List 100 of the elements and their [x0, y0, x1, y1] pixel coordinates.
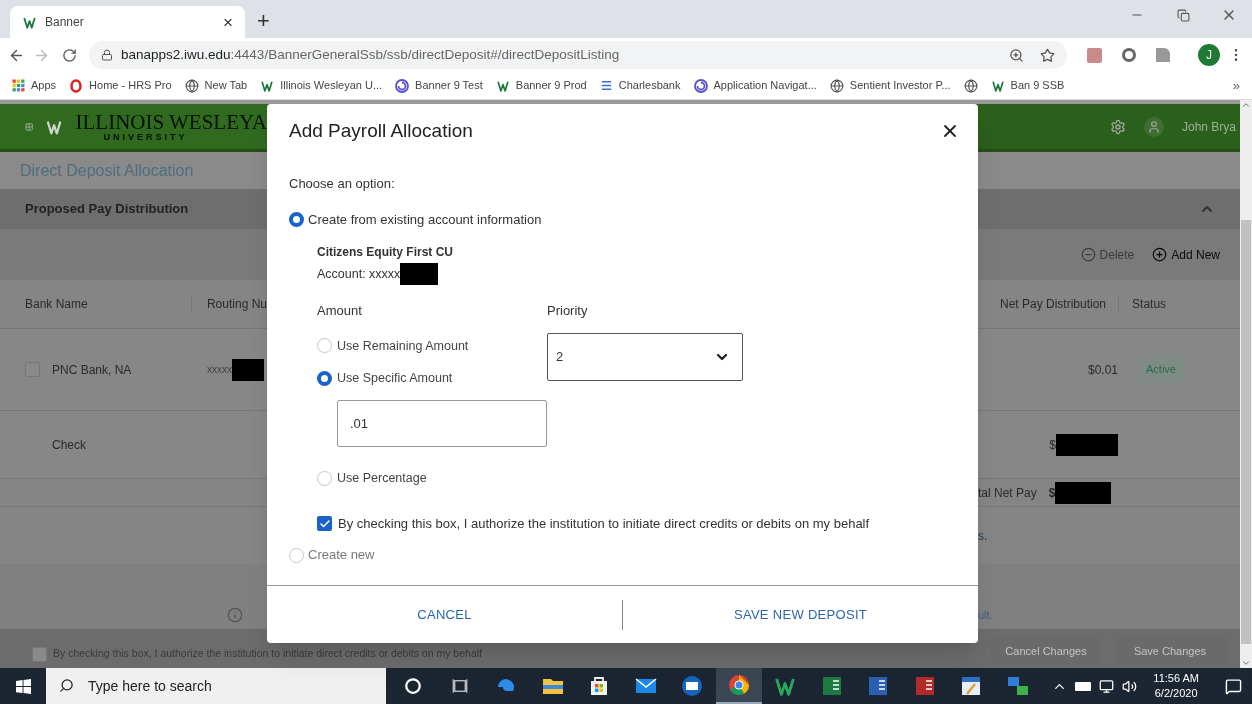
option-label: Use Specific Amount: [337, 370, 453, 388]
total-amount: $: [1048, 484, 1056, 502]
circle-icon: [404, 677, 423, 695]
pdf-extension-icon[interactable]: [1087, 47, 1102, 63]
redaction-bar: [400, 263, 439, 285]
apps-grid-icon: [12, 79, 25, 92]
redaction-bar: [1056, 433, 1118, 456]
taskbar-search-field[interactable]: Type here to search: [46, 668, 386, 704]
clock[interactable]: 11:56 AM 6/2/2020: [1145, 671, 1207, 701]
table-cell-text: PNC Bank, NA: [52, 361, 133, 379]
two-screens-icon: [1005, 674, 1030, 698]
new-tab-button[interactable]: +: [257, 10, 270, 32]
total-label: tal Net Pay: [978, 484, 1037, 502]
url-text: banapps2.iwu.edu:4443/BannerGeneralSsb/ssb/directDeposit#/directDepositListing: [121, 45, 621, 64]
university-name: ILLINOIS WESLEYA: [75, 111, 267, 133]
bookmark-item[interactable]: Apps: [12, 77, 57, 94]
envelope-badge-icon: [680, 674, 705, 698]
priority-select[interactable]: 2: [547, 332, 743, 381]
flag-extension-icon[interactable]: [1156, 48, 1170, 62]
bookmark-item[interactable]: [963, 78, 978, 93]
info-icon: [227, 607, 243, 623]
radio-button[interactable]: [317, 371, 332, 387]
notifications-icon[interactable]: [1225, 677, 1242, 695]
column-header: Bank Name: [0, 295, 192, 313]
address-bar[interactable]: banapps2.iwu.edu:4443/BannerGeneralSsb/ssb/directDeposit#/directDepositListing: [89, 41, 1067, 69]
page-title: Direct Deposit Allocation: [20, 160, 194, 181]
reload-icon[interactable]: [62, 47, 77, 63]
option-label: Use Remaining Amount: [337, 337, 469, 355]
option-label: Create from existing account information: [308, 210, 542, 229]
taskbar-app-button[interactable]: [715, 668, 762, 704]
table-cell-text: xxxxx: [207, 363, 232, 377]
minus-circle-icon: [1080, 247, 1096, 262]
account-number: Account: xxxxx: [317, 265, 401, 283]
option-label: Use Percentage: [337, 470, 427, 487]
field-label: Amount: [317, 302, 363, 320]
radio-button[interactable]: [289, 547, 304, 563]
bookmark-item[interactable]: Ban 9 SSB: [990, 77, 1065, 94]
radio-button[interactable]: [289, 211, 304, 227]
circle-extension-icon[interactable]: [1122, 48, 1136, 62]
section-title: Proposed Pay Distribution: [25, 200, 189, 219]
restore-icon[interactable]: [1176, 8, 1190, 22]
bookmark-item[interactable]: New Tab: [184, 77, 248, 94]
bank-name: Citizens Equity First CU: [317, 244, 454, 261]
radio-button[interactable]: [317, 338, 332, 354]
prompt-text: Choose an option:: [289, 175, 396, 193]
field-label: Priority: [547, 302, 589, 320]
browser-tab[interactable]: Banner ×: [10, 6, 245, 38]
table-cell-text: $0.01: [1087, 361, 1118, 379]
checkbox[interactable]: [317, 516, 332, 531]
bookmark-star-icon[interactable]: [1040, 47, 1055, 63]
bookmark-item[interactable]: Home - HRS Pro: [69, 77, 172, 94]
scrollbar[interactable]: [1240, 100, 1252, 668]
search-icon: [59, 678, 74, 693]
tab-title: Banner: [45, 14, 85, 31]
chrome-ball-icon: [726, 673, 751, 697]
battery-icon[interactable]: [1075, 681, 1092, 691]
radio-button[interactable]: [317, 470, 332, 486]
swirl-icon: [395, 78, 410, 93]
windows-start-icon[interactable]: [15, 678, 31, 694]
table-cell-text: $: [1049, 436, 1056, 454]
lock-icon: [101, 49, 113, 61]
option-label: Create new: [308, 546, 375, 565]
cancel-button[interactable]: CANCEL: [267, 586, 622, 643]
settings-icon[interactable]: [1109, 118, 1126, 135]
user-avatar-icon[interactable]: [1143, 116, 1164, 137]
table-cell-text: Check: [52, 436, 87, 454]
save-new-deposit-button[interactable]: SAVE NEW DEPOSIT: [623, 586, 978, 643]
bookmarks-overflow-button[interactable]: »: [1232, 75, 1240, 96]
swirl-icon: [693, 78, 708, 93]
redaction-bar: [1055, 481, 1112, 504]
globe-icon: [829, 78, 844, 93]
university-subtitle: UNIVERSITY: [103, 132, 189, 142]
profile-avatar[interactable]: J: [1198, 44, 1220, 66]
bookmark-item[interactable]: Sentient Investor P...: [829, 77, 951, 94]
column-header: Status: [1132, 296, 1167, 313]
bookmark-item[interactable]: Charlesbank: [599, 77, 681, 94]
close-tab-button[interactable]: ×: [223, 13, 233, 31]
amount-input-field[interactable]: .01: [337, 400, 547, 447]
task-view-icon: [450, 677, 469, 695]
grid-menu-icon[interactable]: [25, 120, 34, 133]
column-header: Routing Nu: [205, 296, 267, 313]
ring-icon: [69, 78, 84, 93]
bookmark-item[interactable]: Banner 9 Prod: [495, 77, 587, 94]
network-icon[interactable]: [1099, 678, 1115, 694]
bookmark-item[interactable]: Application Navigat...: [693, 77, 817, 94]
column-header: Net Pay Distribution: [1000, 295, 1120, 313]
add-new-button[interactable]: Add New: [1152, 245, 1220, 264]
lines-icon: [599, 79, 613, 92]
zoom-icon[interactable]: [1009, 47, 1024, 63]
scroll-down-icon[interactable]: [1241, 658, 1251, 668]
authorization-label: By checking this box, I authorize the institution to initiate direct credits or debits on my behalf: [338, 514, 870, 533]
status-badge: Active: [1138, 356, 1184, 383]
globe-icon: [184, 78, 199, 93]
bookmark-item[interactable]: Illinois Wesleyan U...: [260, 77, 383, 94]
volume-icon[interactable]: [1122, 678, 1138, 694]
bookmark-item[interactable]: Banner 9 Test: [395, 77, 483, 94]
scroll-up-icon[interactable]: [1241, 100, 1251, 110]
checkbox[interactable]: [32, 646, 47, 662]
redaction-bar: [232, 358, 264, 381]
globe-icon: [963, 78, 978, 93]
